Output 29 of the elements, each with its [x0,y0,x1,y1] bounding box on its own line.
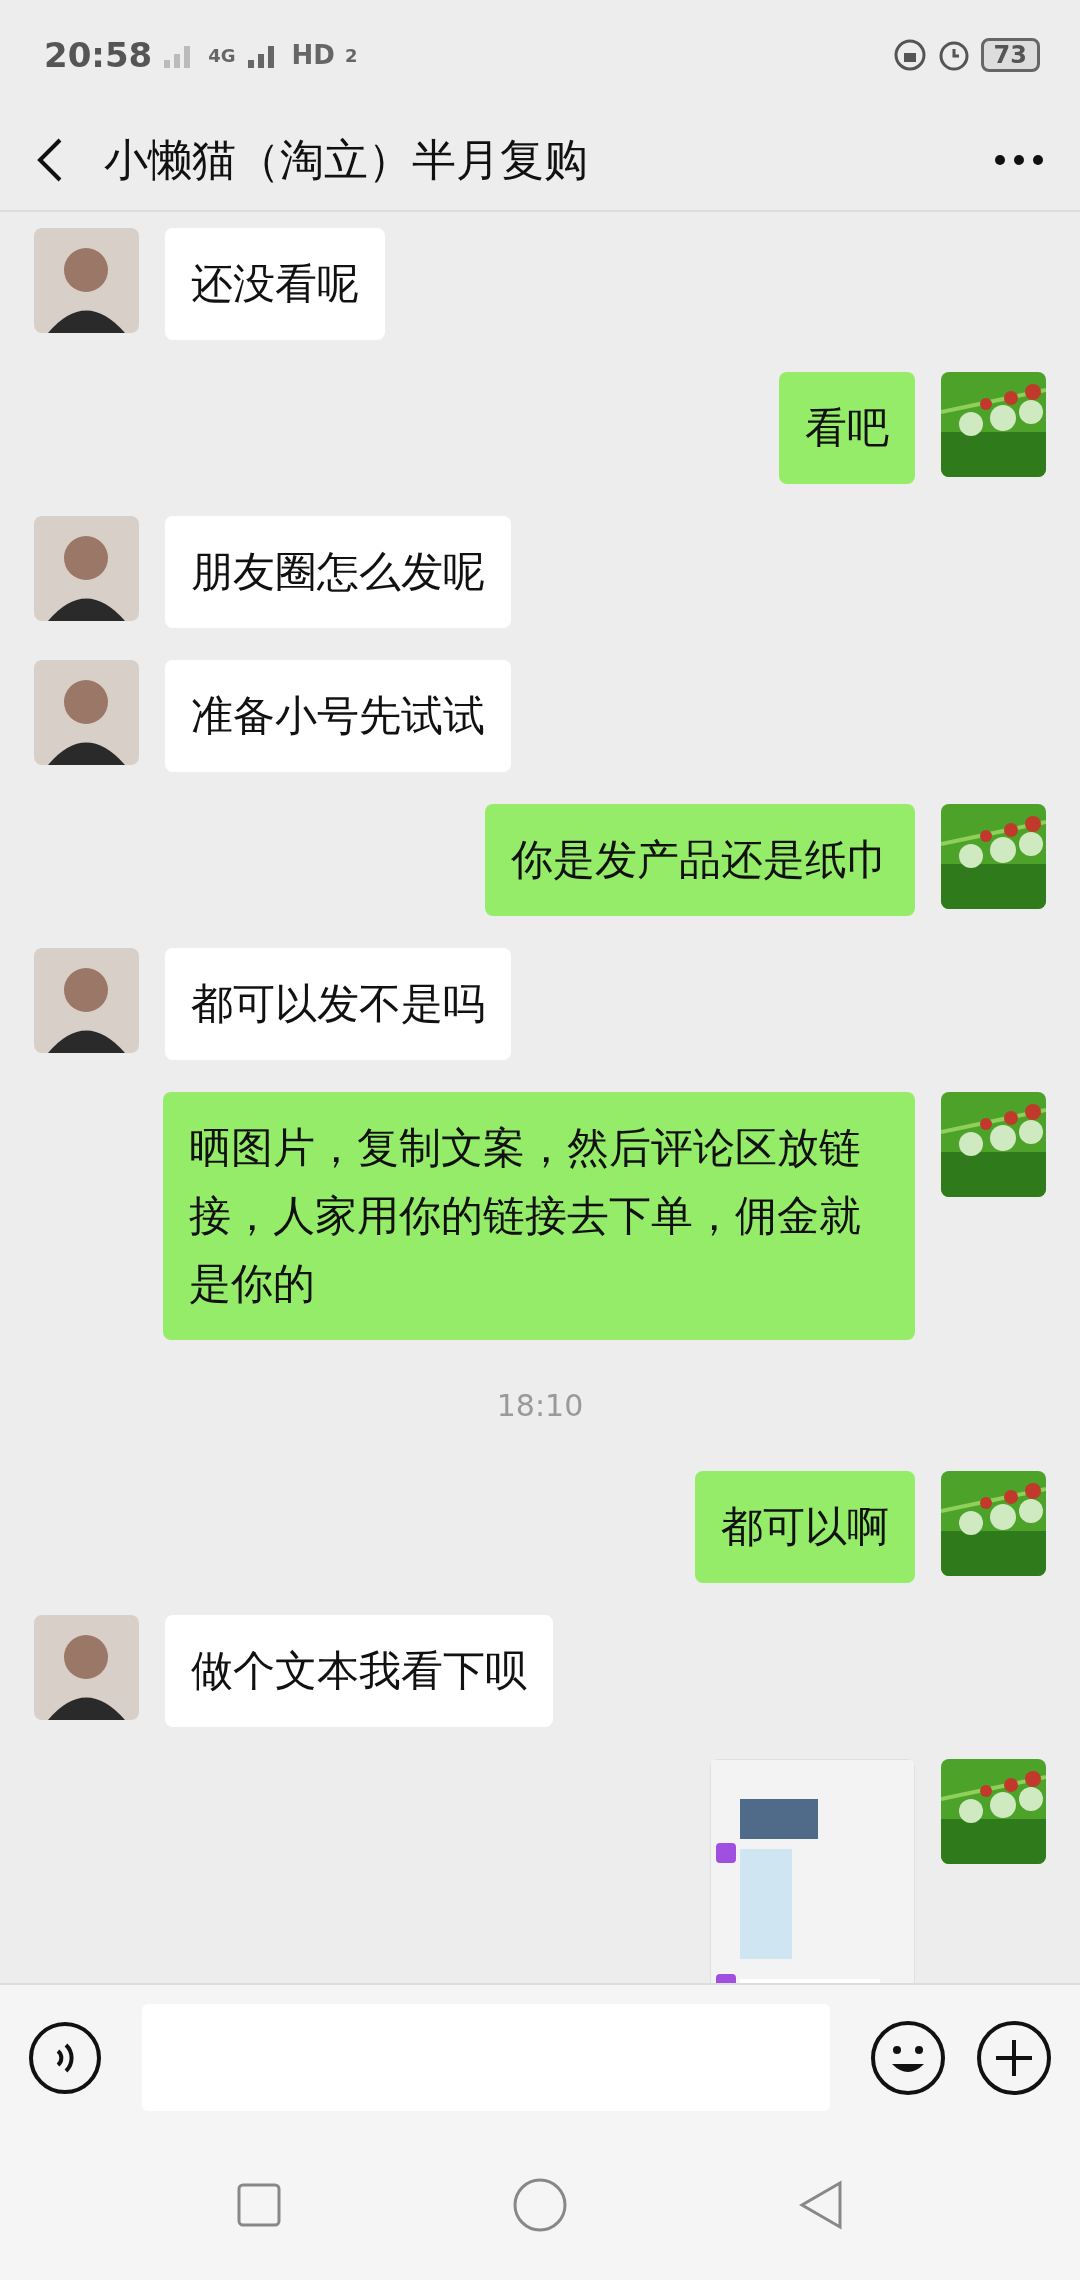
message-bubble: 都可以啊 [695,1471,915,1583]
sim-label: 2 [344,44,358,66]
chat-title: 小懒猫（淘立）半月复购 [104,132,589,187]
plus-icon[interactable] [976,2019,1052,2096]
battery-level: 73 [980,38,1040,72]
avatar-icon[interactable] [34,1615,139,1720]
message-bubble: 晒图片，复制文案，然后评论区放链接，人家用你的链接去下单，佣金就是你的 [163,1092,915,1340]
hd-label: HD [291,40,335,70]
back-icon[interactable] [36,137,64,183]
avatar-icon[interactable] [34,228,139,333]
clock: 20:58 [44,35,153,75]
message-bubble: 还没看呢 [165,228,385,340]
timestamp: 18:10 [496,1387,584,1425]
avatar-icon[interactable] [34,516,139,621]
recents-icon[interactable] [235,2182,282,2228]
message-bubble: 看吧 [779,372,915,484]
message-bubble: 朋友圈怎么发呢 [165,516,511,628]
home-icon[interactable] [513,2178,567,2232]
message-bubble: 你是发产品还是纸巾 [485,804,915,916]
emoji-icon[interactable] [870,2019,946,2096]
avatar-icon[interactable] [34,660,139,765]
lock-icon [892,38,927,72]
message-bubble: 做个文本我看下呗 [165,1615,553,1727]
network-label: 4G [208,44,236,66]
message-bubble: 准备小号先试试 [165,660,511,772]
avatar-icon[interactable] [34,948,139,1053]
more-icon[interactable] [994,154,1044,166]
voice-icon[interactable] [28,2020,102,2095]
message-bubble: 都可以发不是吗 [165,948,511,1060]
